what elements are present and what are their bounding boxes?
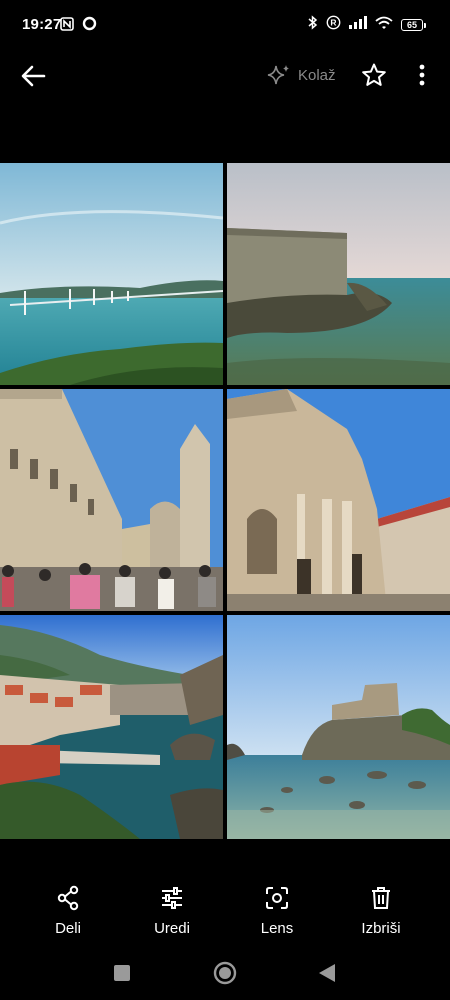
nav-back-button[interactable] <box>317 963 337 988</box>
battery-level: 65 <box>401 19 423 31</box>
more-vert-icon <box>419 64 425 86</box>
photo-harbour[interactable] <box>0 615 223 839</box>
collage-label: Kolaž <box>298 66 336 84</box>
status-time: 19:27 <box>22 16 62 33</box>
photo-fortress-on-rock[interactable] <box>227 615 450 839</box>
favorite-button[interactable] <box>361 62 387 93</box>
battery-icon: 65 <box>401 19 426 31</box>
signal-icon <box>349 16 367 34</box>
arrow-back-icon <box>21 65 46 87</box>
star-outline-icon <box>362 63 386 86</box>
photo-collage <box>0 163 450 839</box>
edit-button[interactable]: Uredi <box>132 884 212 937</box>
collage-button[interactable]: Kolaž <box>266 63 336 87</box>
action-bar: Deli Uredi Lens Izbriši <box>0 884 450 944</box>
edit-label: Uredi <box>154 920 190 937</box>
bluetooth-icon <box>308 15 318 35</box>
delete-label: Izbriši <box>361 920 401 937</box>
delete-button[interactable]: Izbriši <box>341 884 421 937</box>
photo-old-town-street[interactable] <box>0 389 223 611</box>
home-icon <box>213 961 237 985</box>
photo-baroque-church[interactable] <box>227 389 450 611</box>
system-nav-bar <box>0 950 450 1000</box>
registered-icon: R <box>326 15 341 35</box>
share-label: Deli <box>55 920 81 937</box>
sparkle-icon <box>267 65 289 85</box>
share-button[interactable]: Deli <box>28 884 108 937</box>
back-triangle-icon <box>319 964 335 982</box>
recents-icon <box>114 965 130 981</box>
wifi-icon <box>375 16 393 35</box>
lens-label: Lens <box>260 920 294 937</box>
tune-icon <box>132 884 212 912</box>
more-options-button[interactable] <box>412 62 432 93</box>
nfc-icon <box>60 16 74 36</box>
record-icon <box>82 16 97 36</box>
lens-icon <box>237 884 317 912</box>
svg-text:R: R <box>330 18 336 28</box>
share-icon <box>28 884 108 912</box>
home-button[interactable] <box>213 961 237 990</box>
photo-bridge[interactable] <box>0 163 223 385</box>
lens-button[interactable]: Lens <box>237 884 317 937</box>
delete-icon <box>341 884 421 912</box>
status-bar: 19:27 R 65 <box>0 0 450 50</box>
app-bar: Kolaž <box>0 50 450 102</box>
recents-button[interactable] <box>113 964 131 987</box>
photo-fortress[interactable] <box>227 163 450 385</box>
back-button[interactable] <box>18 62 48 90</box>
